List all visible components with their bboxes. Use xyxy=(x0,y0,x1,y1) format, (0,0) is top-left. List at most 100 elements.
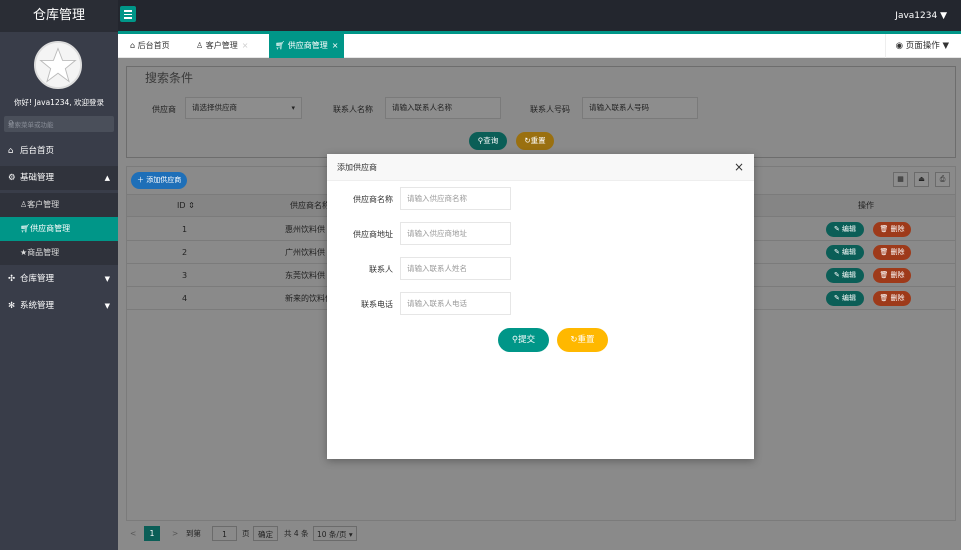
contact-person-label: 联系人 xyxy=(369,265,393,274)
current-page-button[interactable]: 1 xyxy=(144,526,160,541)
menu-toggle-icon[interactable] xyxy=(120,6,136,22)
tab-home[interactable]: ⌂ 后台首页 xyxy=(124,34,176,58)
user-icon: ♙ xyxy=(196,41,206,50)
confirm-page-button[interactable]: 确定 xyxy=(253,526,278,541)
tab-label: 客户管理 xyxy=(205,41,238,50)
app-window: 仓库管理 Java1234 ▼ 你好! Java1234, 欢迎登录 搜索菜单或… xyxy=(0,0,961,550)
sidebar-item-warehouse[interactable]: ✣ 仓库管理 ▼ xyxy=(0,267,118,291)
chevron-up-icon: ▲ xyxy=(104,174,110,182)
puzzle-icon: ✣ xyxy=(8,274,16,284)
next-page-button[interactable]: > xyxy=(172,526,178,541)
add-supplier-label: 添加供应商 xyxy=(146,176,182,184)
tab-customer[interactable]: ♙ 客户管理 × xyxy=(190,34,254,58)
trash-icon: 🗑︎ xyxy=(879,294,891,302)
sidebar-item-supplier[interactable]: 🛒︎供应商管理 xyxy=(0,217,118,241)
reset-label: 重置 xyxy=(530,136,546,145)
goto-label: 到第 xyxy=(186,529,201,538)
submit-label: 提交 xyxy=(518,335,536,345)
delete-label: 删除 xyxy=(890,225,905,233)
query-button[interactable]: ⚲查询 xyxy=(469,132,507,150)
sidebar-item-basic[interactable]: ⚙ 基础管理 ▲ xyxy=(0,166,118,190)
pencil-icon: ✎ xyxy=(833,225,843,233)
edit-button[interactable]: ✎ 编辑 xyxy=(826,222,864,237)
tab-bar: ⌂ 后台首页 ♙ 客户管理 × 🛒︎ 供应商管理 × ◉ 页面操作 ▼ xyxy=(118,34,961,58)
delete-button[interactable]: 🗑︎ 删除 xyxy=(873,245,911,260)
tab-label: 后台首页 xyxy=(137,41,170,50)
page-number-input[interactable]: 1 xyxy=(212,526,237,541)
cell-id: 4 xyxy=(182,294,188,303)
home-icon: ⌂ xyxy=(8,146,14,156)
add-supplier-button[interactable]: ＋ 添加供应商 xyxy=(131,172,188,189)
page-ops-menu[interactable]: ◉ 页面操作 ▼ xyxy=(884,34,949,58)
sidebar-item-home[interactable]: ⌂ 后台首页 xyxy=(0,139,118,163)
cell-id: 3 xyxy=(182,271,188,280)
top-bar: 仓库管理 Java1234 ▼ xyxy=(0,0,961,32)
edit-button[interactable]: ✎ 编辑 xyxy=(826,268,864,283)
search-legend: 搜索条件 xyxy=(141,69,198,86)
contact-phone-input[interactable]: 请输入联系人电话 xyxy=(400,292,511,315)
page-size-select[interactable]: 10 条/页 ▾ xyxy=(313,526,357,541)
target-icon: ◉ xyxy=(895,41,906,51)
edit-button[interactable]: ✎ 编辑 xyxy=(826,291,864,306)
delete-label: 删除 xyxy=(890,248,905,256)
delete-label: 删除 xyxy=(890,271,905,279)
sidebar-item-goods[interactable]: ★商品管理 xyxy=(0,241,118,265)
supplier-address-input[interactable]: 请输入供应商地址 xyxy=(400,222,511,245)
sidebar-item-customer[interactable]: ♙客户管理 xyxy=(0,193,118,217)
welcome-text: 你好! Java1234, 欢迎登录 xyxy=(13,98,105,107)
supplier-name-input[interactable]: 请输入供应商名称 xyxy=(400,187,511,210)
delete-button[interactable]: 🗑︎ 删除 xyxy=(873,222,911,237)
sidebar: 你好! Java1234, 欢迎登录 搜索菜单或功能 ⚲ ⌂ 后台首页 ⚙ 基础管理… xyxy=(0,32,118,550)
star-avatar-icon xyxy=(36,43,80,87)
contact-person-input[interactable]: 请输入联系人姓名 xyxy=(400,257,511,280)
trash-icon: 🗑︎ xyxy=(879,225,891,233)
page-ops-label: 页面操作 ▼ xyxy=(905,41,949,51)
supplier-select-value: 请选择供应商 xyxy=(192,103,237,112)
contact-name-input[interactable]: 请输入联系人名称 xyxy=(385,97,501,119)
export-icon[interactable]: ⏏ xyxy=(914,172,929,187)
header-id[interactable]: ID ⇕ xyxy=(177,195,195,217)
header-name: 供应商名称 xyxy=(290,201,330,210)
cart-icon: 🛒︎ xyxy=(275,41,288,50)
dialog-title: 添加供应商 xyxy=(337,163,377,172)
supplier-select[interactable]: 请选择供应商 ▾ xyxy=(185,97,302,119)
tab-supplier[interactable]: 🛒︎ 供应商管理 × xyxy=(269,34,345,58)
sidebar-item-label: 后台首页 xyxy=(20,146,55,156)
submit-button[interactable]: ⚲提交 xyxy=(498,328,549,352)
contact-name-label: 联系人名称 xyxy=(333,105,373,114)
contact-phone-input[interactable]: 请输入联系人号码 xyxy=(582,97,698,119)
cell-name: 新来的饮料供 xyxy=(285,294,333,303)
user-menu[interactable]: Java1234 ▼ xyxy=(895,0,947,32)
query-label: 查询 xyxy=(483,136,499,145)
edit-label: 编辑 xyxy=(842,271,857,279)
sidebar-item-label: 仓库管理 xyxy=(20,274,55,284)
cell-name: 广州饮料供 xyxy=(285,248,325,257)
prev-page-button[interactable]: < xyxy=(130,526,136,541)
edit-label: 编辑 xyxy=(842,225,857,233)
close-icon[interactable]: × xyxy=(734,154,744,181)
close-icon[interactable]: × xyxy=(242,41,249,50)
sidebar-search-input[interactable]: 搜索菜单或功能 ⚲ xyxy=(4,116,114,132)
home-icon: ⌂ xyxy=(130,41,138,50)
close-icon[interactable]: × xyxy=(332,41,339,50)
gear-icon: ✻ xyxy=(8,301,16,311)
cart-icon: 🛒︎ xyxy=(20,224,31,233)
contact-phone-label: 联系人号码 xyxy=(530,105,570,114)
sidebar-item-system[interactable]: ✻ 系统管理 ▼ xyxy=(0,294,118,318)
reset-button[interactable]: ↻重置 xyxy=(516,132,554,150)
app-logo: 仓库管理 xyxy=(0,0,118,32)
sidebar-item-label: 商品管理 xyxy=(27,248,60,257)
delete-button[interactable]: 🗑︎ 删除 xyxy=(873,291,911,306)
search-icon: ⚲ xyxy=(8,119,14,128)
print-icon[interactable]: ⎙ xyxy=(935,172,950,187)
reset-button[interactable]: ↻重置 xyxy=(557,328,608,352)
chevron-down-icon: ▼ xyxy=(104,302,110,310)
columns-icon[interactable]: ▦ xyxy=(893,172,908,187)
header-actions: 操作 xyxy=(858,201,874,210)
edit-button[interactable]: ✎ 编辑 xyxy=(826,245,864,260)
delete-button[interactable]: 🗑︎ 删除 xyxy=(873,268,911,283)
sidebar-item-label: 客户管理 xyxy=(27,200,60,209)
supplier-label: 供应商 xyxy=(152,105,176,114)
pagination: < 1 > 到第 1 页 确定 共 4 条 10 条/页 ▾ xyxy=(126,523,956,545)
cell-id: 1 xyxy=(182,225,188,234)
